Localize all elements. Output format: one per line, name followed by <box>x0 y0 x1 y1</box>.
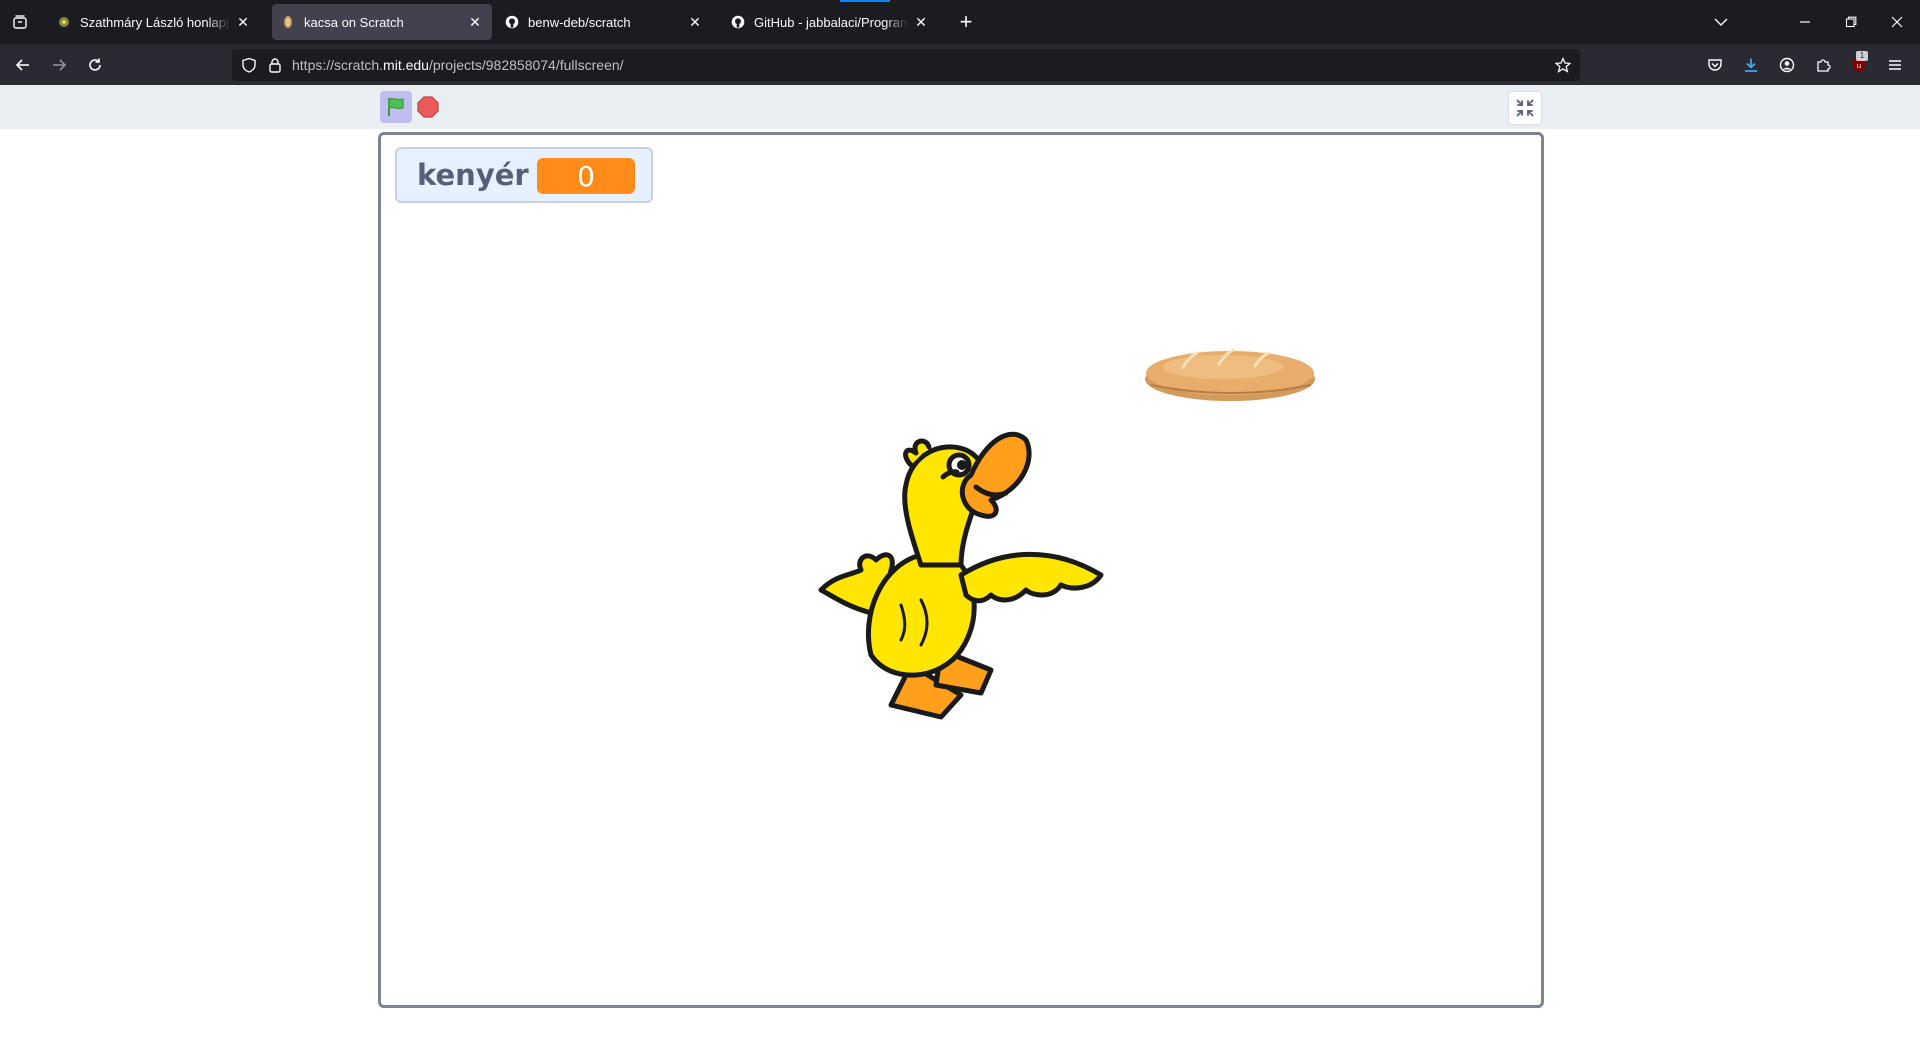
downloads-icon[interactable] <box>1736 50 1766 80</box>
green-flag-icon <box>388 97 404 116</box>
exit-fullscreen-icon <box>1516 99 1534 117</box>
minimize-icon[interactable] <box>1782 0 1828 44</box>
stop-icon <box>417 96 439 118</box>
close-icon[interactable]: ✕ <box>466 13 484 31</box>
shield-icon[interactable] <box>240 56 258 74</box>
site-favicon <box>56 14 72 30</box>
tab-title: GitHub - jabbalaci/Programozas <box>754 14 908 30</box>
forward-icon[interactable] <box>44 50 74 80</box>
new-tab-icon[interactable]: + <box>952 8 980 36</box>
tab-title: benw-deb/scratch <box>528 14 631 30</box>
navigation-toolbar: https://scratch.mit.edu/projects/9828580… <box>0 44 1920 85</box>
close-icon[interactable]: ✕ <box>686 13 704 31</box>
address-bar[interactable]: https://scratch.mit.edu/projects/9828580… <box>232 49 1580 81</box>
tab-title: Szathmáry László honlapja @ DE <box>80 14 230 30</box>
exit-fullscreen-button[interactable] <box>1508 91 1542 125</box>
player-controls <box>0 85 1920 129</box>
variable-monitor-value: 0 <box>537 158 635 194</box>
green-flag-button[interactable] <box>380 91 412 123</box>
menu-icon[interactable] <box>1880 50 1910 80</box>
tab-szathmary[interactable]: Szathmáry László honlapja @ DE ✕ <box>48 4 260 40</box>
tab-title: kacsa on Scratch <box>304 14 404 30</box>
github-icon <box>504 14 520 30</box>
extension-badge: 1 <box>1856 51 1868 61</box>
url-text[interactable]: https://scratch.mit.edu/projects/9828580… <box>292 57 624 73</box>
restore-icon[interactable] <box>1828 0 1874 44</box>
scratch-favicon <box>280 14 296 30</box>
variable-monitor-label: kenyér <box>417 158 529 192</box>
list-all-tabs-icon[interactable] <box>6 8 34 36</box>
github-icon <box>730 14 746 30</box>
pocket-icon[interactable] <box>1700 50 1730 80</box>
tab-kacsa[interactable]: kacsa on Scratch ✕ <box>272 4 492 40</box>
tab-indicator <box>840 0 890 2</box>
variable-monitor: kenyér 0 <box>395 147 653 203</box>
bookmark-star-icon[interactable] <box>1554 56 1572 74</box>
bread-sprite[interactable] <box>1143 347 1317 405</box>
tab-jabbalaci[interactable]: GitHub - jabbalaci/Programozas ✕ <box>722 4 938 40</box>
tab-benw-deb[interactable]: benw-deb/scratch ✕ <box>496 4 712 40</box>
close-window-icon[interactable] <box>1874 0 1920 44</box>
account-icon[interactable] <box>1772 50 1802 80</box>
stage[interactable]: kenyér 0 <box>378 132 1544 1008</box>
back-icon[interactable] <box>8 50 38 80</box>
extensions-icon[interactable] <box>1808 50 1838 80</box>
lock-icon[interactable] <box>266 56 284 74</box>
reload-icon[interactable] <box>80 50 110 80</box>
close-icon[interactable]: ✕ <box>912 13 930 31</box>
duck-sprite[interactable] <box>811 425 1107 725</box>
svg-text:u: u <box>1857 62 1861 70</box>
close-icon[interactable]: ✕ <box>234 13 252 31</box>
chevron-down-icon[interactable] <box>1698 0 1744 44</box>
tab-bar: Szathmáry László honlapja @ DE ✕ kacsa o… <box>0 0 1920 44</box>
stop-button[interactable] <box>416 93 440 121</box>
